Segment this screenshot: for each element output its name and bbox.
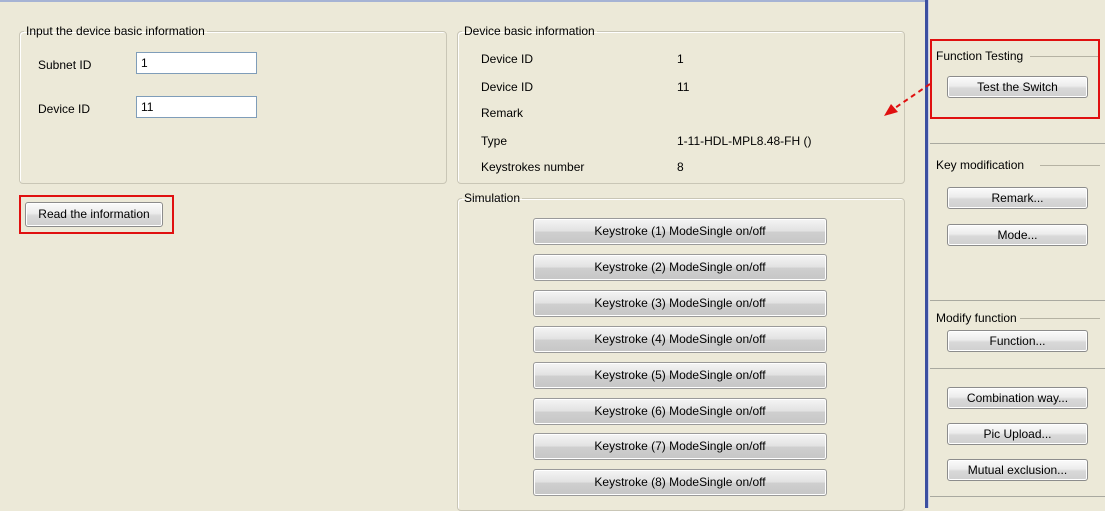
device-id-label: Device ID	[38, 102, 91, 116]
info-type-label: Type	[481, 134, 508, 148]
read-information-button[interactable]: Read the information	[25, 202, 163, 227]
keystroke-8-button[interactable]: Keystroke (8) ModeSingle on/off	[533, 469, 827, 496]
test-switch-button[interactable]: Test the Switch	[947, 76, 1088, 98]
device-id-input[interactable]	[136, 96, 257, 118]
simulation-legend: Simulation	[464, 191, 521, 205]
modify-function-rule	[1020, 318, 1100, 319]
info-device-id-label-2: Device ID	[481, 80, 534, 94]
input-group-legend: Input the device basic information	[26, 24, 205, 38]
keystroke-4-button[interactable]: Keystroke (4) ModeSingle on/off	[533, 326, 827, 353]
subnet-id-label: Subnet ID	[38, 58, 92, 72]
key-modification-legend: Key modification	[936, 158, 1025, 172]
mode-button[interactable]: Mode...	[947, 224, 1088, 246]
function-testing-legend: Function Testing	[936, 49, 1024, 63]
right-divider-4	[930, 496, 1105, 497]
right-divider-3	[930, 368, 1105, 369]
remark-button[interactable]: Remark...	[947, 187, 1088, 209]
pic-upload-button[interactable]: Pic Upload...	[947, 423, 1088, 445]
info-keystrokes-label: Keystrokes number	[481, 160, 585, 174]
info-group-legend: Device basic information	[464, 24, 595, 38]
function-testing-rule	[1030, 56, 1100, 57]
panel-separator-highlight	[928, 0, 929, 508]
subnet-id-input[interactable]	[136, 52, 257, 74]
right-divider-1	[930, 143, 1105, 144]
info-remark-label: Remark	[481, 106, 524, 120]
info-type-value: 1-11-HDL-MPL8.48-FH ()	[677, 134, 812, 148]
info-device-id-value-2: 11	[677, 80, 690, 94]
keystroke-7-button[interactable]: Keystroke (7) ModeSingle on/off	[533, 433, 827, 460]
function-button[interactable]: Function...	[947, 330, 1088, 352]
right-divider-2	[930, 300, 1105, 301]
mutual-exclusion-button[interactable]: Mutual exclusion...	[947, 459, 1088, 481]
info-keystrokes-value: 8	[677, 160, 684, 174]
keystroke-3-button[interactable]: Keystroke (3) ModeSingle on/off	[533, 290, 827, 317]
keystroke-6-button[interactable]: Keystroke (6) ModeSingle on/off	[533, 398, 827, 425]
combination-way-button[interactable]: Combination way...	[947, 387, 1088, 409]
key-modification-rule	[1040, 165, 1100, 166]
modify-function-legend: Modify function	[936, 311, 1017, 325]
info-device-id-value: 1	[677, 52, 684, 66]
info-device-id-label: Device ID	[481, 52, 534, 66]
keystroke-2-button[interactable]: Keystroke (2) ModeSingle on/off	[533, 254, 827, 281]
keystroke-1-button[interactable]: Keystroke (1) ModeSingle on/off	[533, 218, 827, 245]
keystroke-5-button[interactable]: Keystroke (5) ModeSingle on/off	[533, 362, 827, 389]
pointer-arrow-icon	[884, 83, 931, 116]
top-border	[0, 0, 927, 2]
